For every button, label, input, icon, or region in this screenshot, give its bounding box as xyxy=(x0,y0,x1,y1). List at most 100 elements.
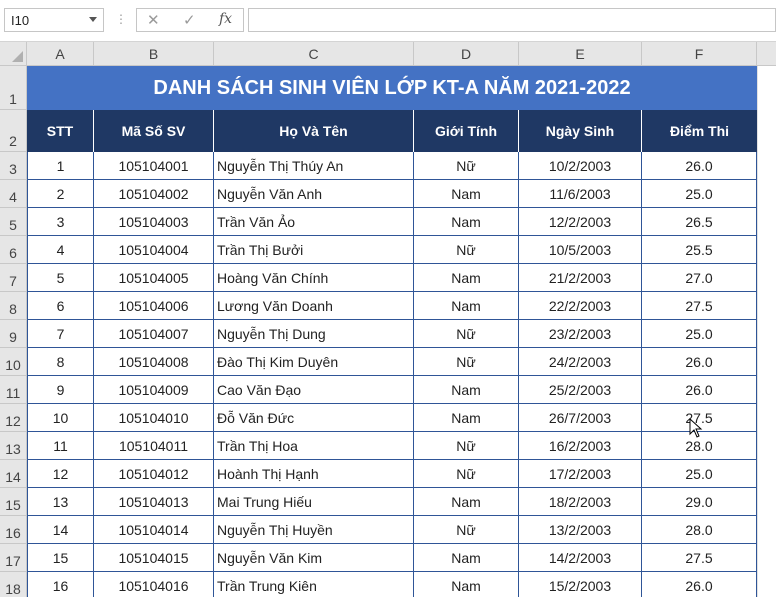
row-header-12[interactable]: 12 xyxy=(0,404,27,432)
cell-ma-so-sv[interactable]: 105104005 xyxy=(94,264,214,292)
chevron-down-icon[interactable] xyxy=(89,17,97,22)
cell-ngay-sinh[interactable]: 16/2/2003 xyxy=(519,432,642,460)
cell-gioi-tinh[interactable]: Nam xyxy=(414,544,519,572)
cell-stt[interactable]: 16 xyxy=(27,572,94,597)
row-header-4[interactable]: 4 xyxy=(0,180,27,208)
cell-ma-so-sv[interactable]: 105104010 xyxy=(94,404,214,432)
cell-ma-so-sv[interactable]: 105104003 xyxy=(94,208,214,236)
cell-stt[interactable]: 8 xyxy=(27,348,94,376)
cell-gioi-tinh[interactable]: Nữ xyxy=(414,152,519,180)
cell-ngay-sinh[interactable]: 14/2/2003 xyxy=(519,544,642,572)
cell-ngay-sinh[interactable]: 17/2/2003 xyxy=(519,460,642,488)
cell-stt[interactable]: 13 xyxy=(27,488,94,516)
cell-ngay-sinh[interactable]: 12/2/2003 xyxy=(519,208,642,236)
column-header-g[interactable] xyxy=(757,42,776,66)
cell-ma-so-sv[interactable]: 105104012 xyxy=(94,460,214,488)
cell-ma-so-sv[interactable]: 105104007 xyxy=(94,320,214,348)
cell-gioi-tinh[interactable]: Nam xyxy=(414,376,519,404)
cell-ma-so-sv[interactable]: 105104009 xyxy=(94,376,214,404)
cell-stt[interactable]: 5 xyxy=(27,264,94,292)
cell-diem-thi[interactable]: 26.0 xyxy=(642,376,757,404)
row-header-18[interactable]: 18 xyxy=(0,572,27,597)
cell-ma-so-sv[interactable]: 105104013 xyxy=(94,488,214,516)
cell-ngay-sinh[interactable]: 22/2/2003 xyxy=(519,292,642,320)
cell-ho-va-ten[interactable]: Nguyễn Thị Dung xyxy=(214,320,414,348)
cell-stt[interactable]: 14 xyxy=(27,516,94,544)
cell-ngay-sinh[interactable]: 21/2/2003 xyxy=(519,264,642,292)
cell-ho-va-ten[interactable]: Đào Thị Kim Duyên xyxy=(214,348,414,376)
cell-diem-thi[interactable]: 26.0 xyxy=(642,572,757,597)
cell-ma-so-sv[interactable]: 105104015 xyxy=(94,544,214,572)
column-header-c[interactable]: C xyxy=(214,42,414,66)
cell-ma-so-sv[interactable]: 105104014 xyxy=(94,516,214,544)
cell-ho-va-ten[interactable]: Hoàng Văn Chính xyxy=(214,264,414,292)
cell-diem-thi[interactable]: 27.5 xyxy=(642,544,757,572)
cell-diem-thi[interactable]: 29.0 xyxy=(642,488,757,516)
row-header-3[interactable]: 3 xyxy=(0,152,27,180)
row-header-6[interactable]: 6 xyxy=(0,236,27,264)
cell-ho-va-ten[interactable]: Nguyễn Văn Kim xyxy=(214,544,414,572)
cell-gioi-tinh[interactable]: Nam xyxy=(414,208,519,236)
cell-diem-thi[interactable]: 27.0 xyxy=(642,264,757,292)
row-header-17[interactable]: 17 xyxy=(0,544,27,572)
header-diem-thi[interactable]: Điểm Thi xyxy=(642,110,757,152)
more-options-icon[interactable]: ⋮ xyxy=(115,12,127,26)
cell-ngay-sinh[interactable]: 15/2/2003 xyxy=(519,572,642,597)
name-box[interactable]: I10 xyxy=(4,8,104,32)
cell-gioi-tinh[interactable]: Nam xyxy=(414,180,519,208)
cell-ho-va-ten[interactable]: Trần Thị Bưởi xyxy=(214,236,414,264)
row-header-7[interactable]: 7 xyxy=(0,264,27,292)
column-header-a[interactable]: A xyxy=(27,42,94,66)
row-header-8[interactable]: 8 xyxy=(0,292,27,320)
header-gioi-tinh[interactable]: Giới Tính xyxy=(414,110,519,152)
cell-gioi-tinh[interactable]: Nam xyxy=(414,404,519,432)
cell-stt[interactable]: 9 xyxy=(27,376,94,404)
cell-diem-thi[interactable]: 28.0 xyxy=(642,516,757,544)
cell-diem-thi[interactable]: 26.5 xyxy=(642,208,757,236)
cell-ma-so-sv[interactable]: 105104016 xyxy=(94,572,214,597)
cell-ngay-sinh[interactable]: 18/2/2003 xyxy=(519,488,642,516)
cell-ma-so-sv[interactable]: 105104011 xyxy=(94,432,214,460)
header-stt[interactable]: STT xyxy=(27,110,94,152)
cell-ho-va-ten[interactable]: Cao Văn Đạo xyxy=(214,376,414,404)
cell-stt[interactable]: 10 xyxy=(27,404,94,432)
cell-ho-va-ten[interactable]: Trần Trung Kiên xyxy=(214,572,414,597)
column-header-b[interactable]: B xyxy=(94,42,214,66)
cell-gioi-tinh[interactable]: Nam xyxy=(414,292,519,320)
cell-ma-so-sv[interactable]: 105104006 xyxy=(94,292,214,320)
select-all-button[interactable] xyxy=(0,42,27,66)
column-header-e[interactable]: E xyxy=(519,42,642,66)
cell-stt[interactable]: 12 xyxy=(27,460,94,488)
cell-gioi-tinh[interactable]: Nữ xyxy=(414,516,519,544)
cell-gioi-tinh[interactable]: Nữ xyxy=(414,460,519,488)
row-header-2[interactable]: 2 xyxy=(0,110,27,152)
cell-ngay-sinh[interactable]: 23/2/2003 xyxy=(519,320,642,348)
insert-function-icon[interactable]: fx xyxy=(219,11,232,27)
cell-gioi-tinh[interactable]: Nữ xyxy=(414,348,519,376)
header-ngay-sinh[interactable]: Ngày Sinh xyxy=(519,110,642,152)
cell-ho-va-ten[interactable]: Hoành Thị Hạnh xyxy=(214,460,414,488)
cell-ho-va-ten[interactable]: Nguyễn Văn Anh xyxy=(214,180,414,208)
header-ho-va-ten[interactable]: Họ Và Tên xyxy=(214,110,414,152)
cell-gioi-tinh[interactable]: Nữ xyxy=(414,320,519,348)
cell-ho-va-ten[interactable]: Nguyễn Thị Thúy An xyxy=(214,152,414,180)
cell-ho-va-ten[interactable]: Đỗ Văn Đức xyxy=(214,404,414,432)
cell-diem-thi[interactable]: 27.5 xyxy=(642,292,757,320)
cell-stt[interactable]: 15 xyxy=(27,544,94,572)
cell-ma-so-sv[interactable]: 105104004 xyxy=(94,236,214,264)
cell-ngay-sinh[interactable]: 25/2/2003 xyxy=(519,376,642,404)
cell-gioi-tinh[interactable]: Nữ xyxy=(414,432,519,460)
row-header-14[interactable]: 14 xyxy=(0,460,27,488)
cell-ho-va-ten[interactable]: Trần Văn Ảo xyxy=(214,208,414,236)
cell-ma-so-sv[interactable]: 105104001 xyxy=(94,152,214,180)
cell-ma-so-sv[interactable]: 105104002 xyxy=(94,180,214,208)
cell-ho-va-ten[interactable]: Trần Thị Hoa xyxy=(214,432,414,460)
cell-stt[interactable]: 6 xyxy=(27,292,94,320)
enter-icon[interactable]: ✓ xyxy=(183,11,196,29)
row-header-13[interactable]: 13 xyxy=(0,432,27,460)
cell-gioi-tinh[interactable]: Nam xyxy=(414,488,519,516)
cell-diem-thi[interactable]: 26.0 xyxy=(642,152,757,180)
cell-ho-va-ten[interactable]: Lương Văn Doanh xyxy=(214,292,414,320)
cell-ho-va-ten[interactable]: Nguyễn Thị Huyền xyxy=(214,516,414,544)
row-header-11[interactable]: 11 xyxy=(0,376,27,404)
